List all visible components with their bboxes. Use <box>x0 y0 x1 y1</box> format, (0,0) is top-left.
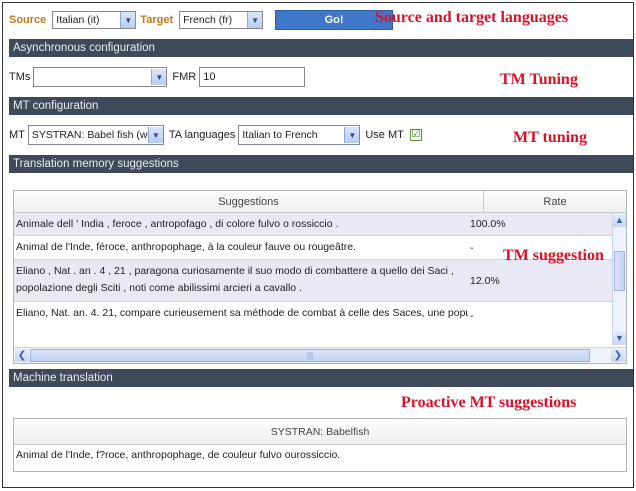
chevron-down-icon: ▼ <box>247 12 263 28</box>
tm-suggestions-table: Suggestions Rate Animale dell ' India , … <box>13 190 627 364</box>
ta-languages-value: Italian to French <box>242 129 318 141</box>
scroll-up-icon[interactable]: ▲ <box>613 213 626 227</box>
vertical-scrollbar[interactable]: ▲ ▼ <box>612 213 626 345</box>
source-language-select[interactable]: Italian (it) ▼ <box>52 11 137 29</box>
table-row[interactable]: Eliano , Nat . an . 4 , 21 , paragona cu… <box>14 260 626 302</box>
chevron-down-icon: ▼ <box>147 127 163 143</box>
table-row[interactable]: Eliano, Nat. an. 4. 21, compare curieuse… <box>14 302 626 330</box>
suggestion-rate: 12.0% <box>470 274 500 287</box>
mt-output-text[interactable]: Animal de l'Inde, f?roce, anthropophage,… <box>14 445 626 465</box>
suggestion-text: Eliano , Nat . an . 4 , 21 , paragona cu… <box>16 265 454 294</box>
annotation-mt-tuning: MT tuning <box>513 129 587 146</box>
section-mt-config: MT configuration <box>9 97 633 115</box>
suggestion-text: Animal de l'Inde, féroce, anthropophage,… <box>16 241 356 253</box>
target-label: Target <box>140 14 174 26</box>
scroll-left-icon[interactable]: ❮ <box>15 349 29 362</box>
mt-engine-select[interactable]: SYSTRAN: Babel fish (web) ▼ <box>27 125 164 145</box>
ta-languages-select[interactable]: Italian to French ▼ <box>238 125 361 145</box>
chevron-down-icon: ▼ <box>151 69 167 85</box>
annotation-proactive-mt: Proactive MT suggestions <box>401 394 577 411</box>
tms-select[interactable]: ▼ <box>33 67 168 87</box>
column-header-rate[interactable]: Rate <box>484 191 626 212</box>
use-mt-checkbox[interactable]: ☑ <box>409 129 422 141</box>
source-label: Source <box>9 14 47 26</box>
tms-label: TMs <box>9 71 31 83</box>
section-async-config: Asynchronous configuration <box>9 39 633 57</box>
use-mt-label: Use MT <box>365 129 404 141</box>
tm-config-row: TMs ▼ FMR 10 <box>9 67 306 87</box>
table-header: Suggestions Rate <box>14 191 626 213</box>
fmr-input[interactable]: 10 <box>199 67 306 87</box>
suggestion-text: Eliano, Nat. an. 4. 21, compare curieuse… <box>16 307 468 319</box>
ta-languages-label: TA languages <box>168 129 236 141</box>
scrollbar-thumb[interactable]: ||| <box>30 349 590 362</box>
table-row[interactable]: Animale dell ' India , feroce , antropof… <box>14 213 626 236</box>
section-title: Translation memory suggestions <box>13 158 179 170</box>
suggestion-rate: 100.0% <box>470 218 506 230</box>
target-language-select[interactable]: French (fr) ▼ <box>179 11 264 29</box>
section-machine-translation: Machine translation <box>9 369 633 387</box>
language-bar: Source Italian (it) ▼ Target French (fr)… <box>9 9 394 31</box>
section-title: MT configuration <box>13 100 99 112</box>
app-frame: Source Italian (it) ▼ Target French (fr)… <box>2 2 634 488</box>
column-header-suggestions[interactable]: Suggestions <box>14 191 484 212</box>
target-language-value: French (fr) <box>183 14 233 26</box>
suggestion-rate: - <box>470 310 474 322</box>
scroll-down-icon[interactable]: ▼ <box>613 331 626 345</box>
source-language-value: Italian (it) <box>56 14 100 26</box>
suggestion-text: Animale dell ' India , feroce , antropof… <box>16 218 339 230</box>
annotation-languages: Source and target languages <box>375 9 569 26</box>
mt-label: MT <box>9 129 25 141</box>
mt-engine-header[interactable]: SYSTRAN: Babelfish <box>14 419 626 445</box>
section-tm-suggestions: Translation memory suggestions <box>9 155 633 173</box>
mt-output-panel: SYSTRAN: Babelfish Animal de l'Inde, f?r… <box>13 418 627 472</box>
annotation-tm-suggestion: TM suggestion <box>503 247 604 264</box>
chevron-down-icon: ▼ <box>120 12 136 28</box>
section-title: Asynchronous configuration <box>13 42 155 54</box>
mt-engine-value: SYSTRAN: Babel fish (web) <box>31 129 148 141</box>
scroll-right-icon[interactable]: ❯ <box>611 349 625 362</box>
horizontal-scrollbar[interactable]: ❮ ||| ❯ <box>14 347 626 363</box>
scrollbar-thumb[interactable] <box>614 251 625 291</box>
chevron-down-icon: ▼ <box>344 127 360 143</box>
mt-config-row: MT SYSTRAN: Babel fish (web) ▼ TA langua… <box>9 125 422 145</box>
annotation-tm-tuning: TM Tuning <box>500 71 578 88</box>
fmr-label: FMR <box>172 71 197 83</box>
section-title: Machine translation <box>13 372 113 384</box>
